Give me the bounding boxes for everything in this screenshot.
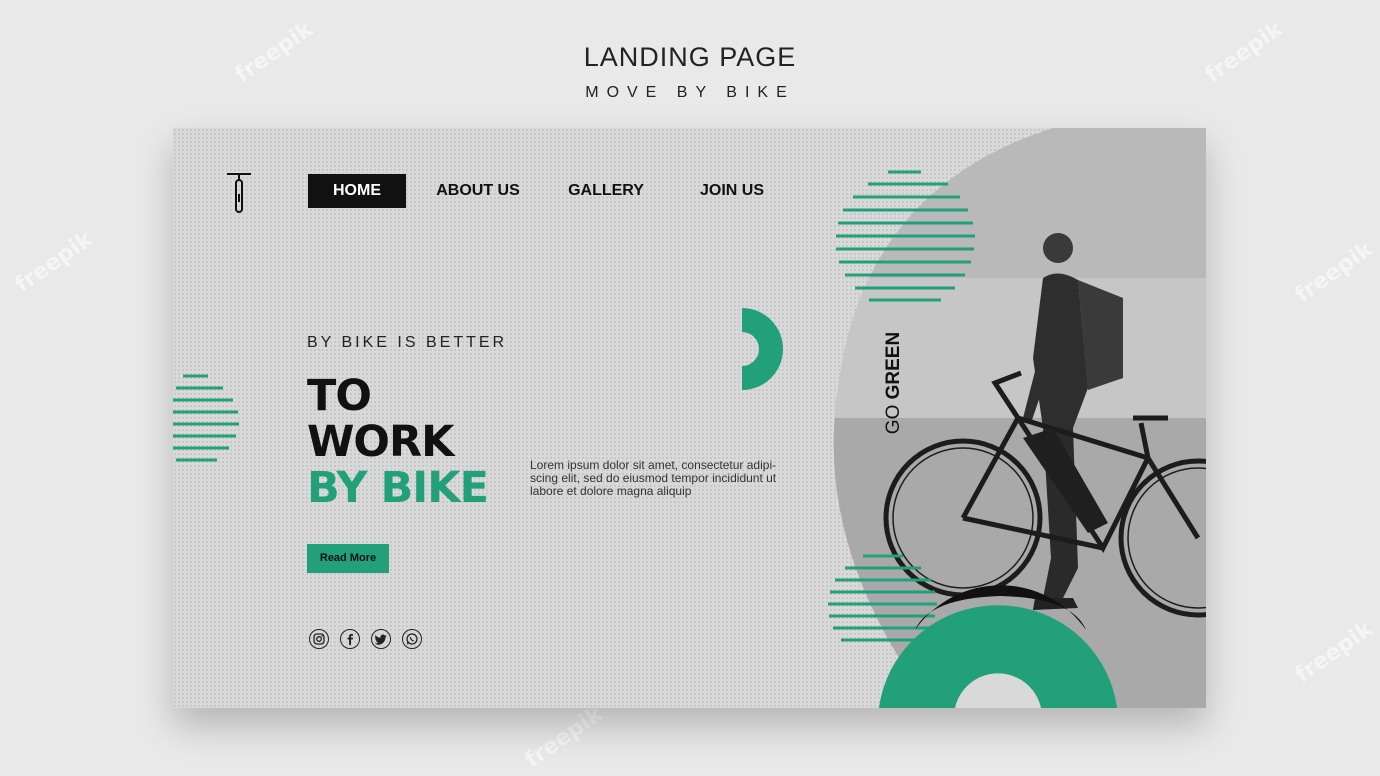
hero-heading-line-3: BY BIKE [307, 463, 489, 513]
stripe-circle-bottom [828, 554, 937, 642]
bicycle-illustration [883, 370, 1206, 618]
nav-home[interactable]: HOME [308, 174, 406, 208]
nav-join-us[interactable]: JOIN US [685, 174, 779, 208]
page-title: LANDING PAGE [583, 42, 797, 72]
go-green-label: GO GREEN [883, 332, 905, 434]
watermark-text: freepik [520, 701, 608, 774]
landing-card: HOME ABOUT US GALLERY JOIN US BY BIKE IS… [173, 128, 1206, 708]
read-more-button[interactable]: Read More [307, 544, 389, 573]
watermark-text: freepik [1290, 236, 1378, 309]
watermark-text: freepik [1290, 616, 1378, 689]
stripe-circle-left [173, 374, 239, 462]
bike-logo-icon[interactable] [223, 168, 255, 216]
hero-heading-line-2: WORK [307, 417, 454, 467]
hero-body-text: Lorem ipsum dolor sit amet, consectetur … [530, 458, 777, 498]
facebook-icon[interactable] [340, 629, 360, 649]
hero-heading-line-1: TO [307, 371, 372, 421]
nav-about-us[interactable]: ABOUT US [428, 174, 528, 208]
cyclist-illustration [1023, 233, 1123, 610]
green-ring-bottom [879, 585, 1117, 708]
page-subtitle: MOVE BY BIKE [585, 84, 795, 101]
instagram-icon[interactable] [309, 629, 329, 649]
go-green-text: GO GREEN [883, 331, 905, 435]
hero-eyebrow: BY BIKE IS BETTER [307, 334, 508, 351]
watermark-text: freepik [10, 226, 98, 299]
twitter-icon[interactable] [371, 629, 391, 649]
stripe-circle-top [836, 170, 975, 302]
green-half-ring [742, 308, 783, 390]
whatsapp-icon[interactable] [402, 629, 422, 649]
nav-gallery[interactable]: GALLERY [561, 174, 651, 208]
